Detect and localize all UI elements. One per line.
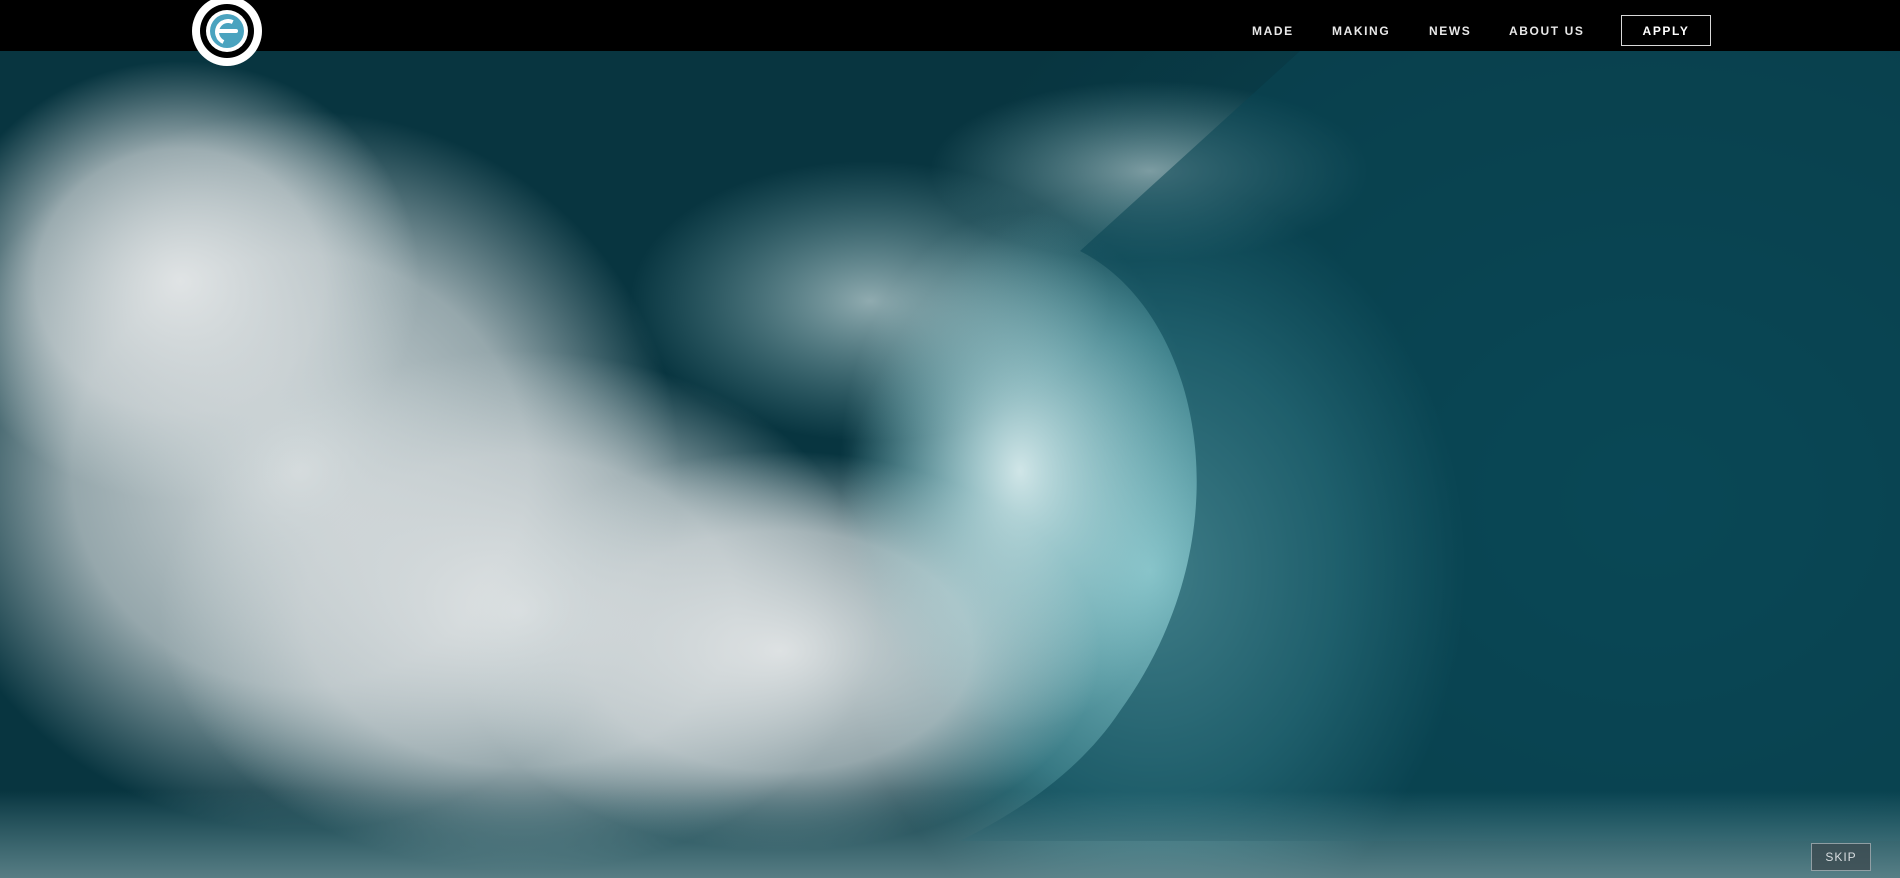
hero-video [0, 51, 1900, 878]
nav-link-made[interactable]: MADE [1252, 0, 1294, 51]
page: MADE MAKING NEWS ABOUT US APPLY SKIP [0, 0, 1900, 878]
nav-link-making[interactable]: MAKING [1332, 0, 1390, 51]
top-nav-bar: MADE MAKING NEWS ABOUT US APPLY [0, 0, 1900, 51]
logo-inner [206, 10, 248, 52]
wave-image [0, 51, 1900, 878]
logo-ring [200, 4, 254, 58]
e-circle-logo-icon [210, 14, 244, 48]
nav-link-about-us[interactable]: ABOUT US [1509, 0, 1584, 51]
nav-link-news[interactable]: NEWS [1429, 0, 1471, 51]
skip-button[interactable]: SKIP [1811, 843, 1871, 871]
apply-button[interactable]: APPLY [1621, 15, 1711, 46]
